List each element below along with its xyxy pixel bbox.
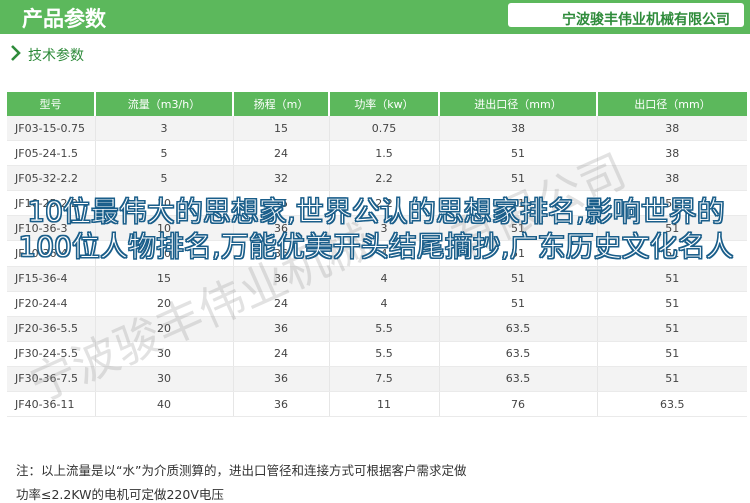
table-cell: 24 xyxy=(233,341,330,367)
table-row: JF15-36-4 15 36 4 51 51 xyxy=(7,266,747,292)
model-cell: JF20-36-5.5 xyxy=(7,316,96,342)
column-header: 功率（kw） xyxy=(329,92,440,116)
table-cell: 0.75 xyxy=(329,116,440,142)
table-cell: 51 xyxy=(439,266,598,292)
table-cell: 5.5 xyxy=(329,316,440,342)
table-cell: 63.5 xyxy=(439,316,598,342)
section-title: 技术参数 xyxy=(28,48,84,64)
table-cell: 30 xyxy=(95,366,234,393)
table-row: JF40-36-11 40 36 11 76 63.5 xyxy=(7,391,747,418)
table-cell: 20 xyxy=(95,291,234,317)
table-cell: 30 xyxy=(95,341,234,367)
table-cell: 40 xyxy=(95,391,234,418)
table-cell: 76 xyxy=(439,391,598,418)
table-cell: 32 xyxy=(233,165,330,192)
chevron-right-icon xyxy=(11,45,21,61)
table-cell: 5 xyxy=(95,165,234,192)
table-cell: 38 xyxy=(597,116,747,142)
table-cell: 38 xyxy=(597,140,747,167)
table-cell: 63.5 xyxy=(439,366,598,393)
table-cell: 5.5 xyxy=(329,341,440,367)
model-cell: JF30-36-7.5 xyxy=(7,366,96,393)
table-cell: 51 xyxy=(597,266,747,292)
model-cell: JF15-36-4 xyxy=(7,266,96,292)
table-cell: 24 xyxy=(233,291,330,317)
table-cell: 36 xyxy=(233,266,330,292)
model-cell: JF05-32-2.2 xyxy=(7,165,96,192)
table-cell: 51 xyxy=(439,291,598,317)
table-cell: 51 xyxy=(597,316,747,342)
column-header: 出口径（mm） xyxy=(597,92,747,116)
header-banner: 产品参数 宁波骏丰伟业机械有限公司 xyxy=(0,0,750,34)
table-cell: 20 xyxy=(95,316,234,342)
table-cell: 38 xyxy=(439,116,598,142)
table-cell: 51 xyxy=(439,140,598,167)
table-header-row: 型号 流量（m3/h） 扬程（m） 功率（kw） 进出口径（mm） 出口径（mm… xyxy=(7,92,747,116)
table-cell: 63.5 xyxy=(439,341,598,367)
table-cell: 51 xyxy=(597,366,747,393)
table-cell: 2.2 xyxy=(329,165,440,192)
table-cell: 51 xyxy=(439,165,598,192)
table-cell: 11 xyxy=(329,391,440,418)
table-cell: 24 xyxy=(233,140,330,167)
table-cell: 36 xyxy=(233,391,330,418)
table-cell: 7.5 xyxy=(329,366,440,393)
column-header: 扬程（m） xyxy=(233,92,330,116)
table-cell: 51 xyxy=(597,291,747,317)
table-cell: 3 xyxy=(95,116,234,142)
table-row: JF20-24-4 20 24 4 51 51 xyxy=(7,291,747,317)
column-header: 型号 xyxy=(7,92,96,116)
table-row: JF30-36-7.5 30 36 7.5 63.5 51 xyxy=(7,366,747,393)
brand-box: 宁波骏丰伟业机械有限公司 xyxy=(508,3,744,28)
model-cell: JF03-15-0.75 xyxy=(7,116,96,142)
table-row: JF03-15-0.75 3 15 0.75 38 38 xyxy=(7,116,747,142)
table-row: JF30-24-5.5 30 24 5.5 63.5 51 xyxy=(7,341,747,367)
table-row: JF20-36-5.5 20 36 5.5 63.5 51 xyxy=(7,316,747,342)
company-name: 宁波骏丰伟业机械有限公司 xyxy=(562,12,730,28)
table-cell: 4 xyxy=(329,266,440,292)
table-cell: 36 xyxy=(233,316,330,342)
note-line-1: 注：以上流量是以“水”为介质测算的，进出口管径和连接方式可根据客户需求定做 xyxy=(16,463,467,478)
table-cell: 63.5 xyxy=(597,391,747,418)
table-cell: 4 xyxy=(329,291,440,317)
page-title: 产品参数 xyxy=(22,7,106,31)
table-cell: 15 xyxy=(95,266,234,292)
table-cell: 1.5 xyxy=(329,140,440,167)
table-cell: 15 xyxy=(233,116,330,142)
overlay-caption: 10位最伟大的思想家,世界公认的思想家排名,影响世界的100位人物排名,万能优美… xyxy=(18,195,734,264)
model-cell: JF30-24-5.5 xyxy=(7,341,96,367)
table-cell: 36 xyxy=(233,366,330,393)
column-header: 流量（m3/h） xyxy=(95,92,234,116)
table-row: JF05-24-1.5 5 24 1.5 51 38 xyxy=(7,140,747,167)
table-cell: 5 xyxy=(95,140,234,167)
table-cell: 51 xyxy=(597,341,747,367)
model-cell: JF05-24-1.5 xyxy=(7,140,96,167)
model-cell: JF20-24-4 xyxy=(7,291,96,317)
note-line-2: 功率≤2.2KW的电机可定做220V电压 xyxy=(16,487,224,502)
column-header: 进出口径（mm） xyxy=(439,92,598,116)
table-row: JF05-32-2.2 5 32 2.2 51 38 xyxy=(7,165,747,192)
model-cell: JF40-36-11 xyxy=(7,391,96,418)
table-cell: 38 xyxy=(597,165,747,192)
